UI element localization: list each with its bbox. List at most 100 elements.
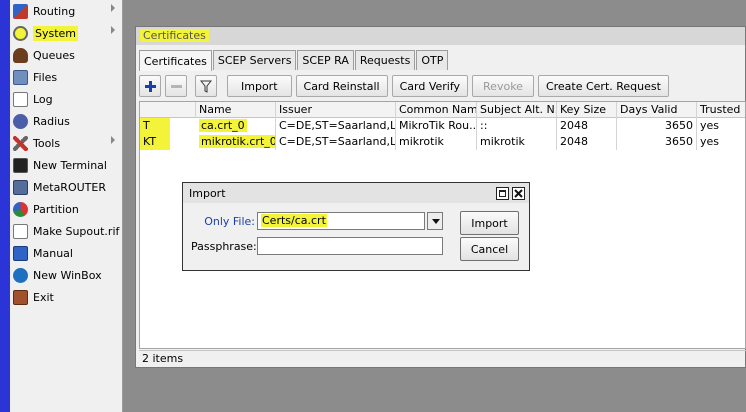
col-common-name[interactable]: Common Name	[396, 102, 477, 118]
col-days-valid[interactable]: Days Valid	[617, 102, 697, 118]
close-icon	[514, 189, 523, 198]
card-verify-button[interactable]: Card Verify	[391, 75, 469, 97]
menu-label: Files	[33, 70, 58, 84]
menu-label: New Terminal	[33, 158, 107, 172]
menu-label: Routing	[33, 4, 76, 18]
only-file-dropdown[interactable]	[427, 212, 443, 230]
col-subject-alt[interactable]: Subject Alt. N...	[477, 102, 557, 118]
exit-icon	[13, 289, 28, 305]
menu-item-exit[interactable]: Exit	[10, 286, 123, 308]
dialog-import-button[interactable]: Import	[460, 211, 519, 235]
cell-common-name: mikrotik	[396, 134, 477, 150]
create-cert-request-button[interactable]: Create Cert. Request	[537, 75, 669, 97]
tab-scep-servers[interactable]: SCEP Servers	[212, 50, 297, 70]
menu-label: New WinBox	[33, 268, 102, 282]
maximize-icon	[499, 190, 506, 197]
metarouter-icon	[13, 179, 28, 195]
status-bar: 2 items	[139, 350, 746, 367]
cell-name: ca.crt_0	[196, 118, 276, 134]
cell-issuer: C=DE,ST=Saarland,L...	[276, 118, 396, 134]
only-file-value: Certs/ca.crt	[261, 214, 327, 227]
menu-item-log[interactable]: Log	[10, 88, 123, 110]
import-button[interactable]: Import	[227, 75, 292, 97]
cell-days-valid: 3650	[617, 118, 697, 134]
cell-common-name: MikroTik Rou...	[396, 118, 477, 134]
cell-key-size: 2048	[557, 134, 617, 150]
table-row[interactable]: KT mikrotik.crt_0 C=DE,ST=Saarland,L... …	[140, 134, 745, 150]
add-button[interactable]	[139, 75, 161, 97]
radius-icon	[13, 113, 28, 129]
tab-otp[interactable]: OTP	[416, 50, 449, 70]
menu-item-radius[interactable]: Radius	[10, 110, 123, 132]
cell-trusted: yes	[700, 135, 720, 148]
col-flags[interactable]	[140, 102, 196, 118]
menu-label: Make Supout.rif	[33, 224, 120, 238]
menu-label: Radius	[33, 114, 70, 128]
col-trusted[interactable]: Trusted	[697, 102, 746, 118]
menu-label: Queues	[33, 48, 75, 62]
partition-icon	[13, 201, 28, 217]
maximize-button[interactable]	[496, 187, 509, 200]
menu-item-files[interactable]: Files	[10, 66, 123, 88]
tab-requests[interactable]: Requests	[354, 50, 416, 70]
queues-icon	[13, 47, 28, 63]
filter-icon	[200, 80, 212, 93]
cell-trusted: yes	[700, 119, 720, 132]
cell-issuer: C=DE,ST=Saarland,L...	[276, 134, 396, 150]
menu-label: System	[33, 25, 79, 41]
passphrase-label: Passphrase:	[191, 240, 257, 253]
menu-item-system[interactable]: System	[10, 22, 123, 44]
document-icon	[13, 223, 28, 239]
remove-button[interactable]	[165, 75, 187, 97]
window-titlebar[interactable]: Certificates	[136, 27, 745, 45]
log-icon	[13, 91, 28, 107]
table-row[interactable]: T ca.crt_0 C=DE,ST=Saarland,L... MikroTi…	[140, 118, 745, 134]
dialog-titlebar[interactable]: Import	[183, 183, 529, 203]
tools-icon	[13, 135, 28, 151]
revoke-button[interactable]: Revoke	[472, 75, 534, 97]
gear-icon	[13, 25, 28, 41]
menu-item-queues[interactable]: Queues	[10, 44, 123, 66]
table-header: Name Issuer Common Name Subject Alt. N..…	[140, 102, 745, 118]
menu-item-routing[interactable]: Routing	[10, 0, 123, 22]
col-issuer[interactable]: Issuer	[276, 102, 396, 118]
menu-label: Exit	[33, 290, 54, 304]
menu-label: Log	[33, 92, 53, 106]
dialog-cancel-button[interactable]: Cancel	[460, 237, 519, 261]
col-name[interactable]: Name	[196, 102, 276, 118]
card-reinstall-button[interactable]: Card Reinstall	[295, 75, 388, 97]
cell-subject-alt: mikrotik	[477, 134, 557, 150]
only-file-label: Only File:	[204, 215, 255, 228]
tab-scep-ra[interactable]: SCEP RA	[297, 50, 354, 70]
tab-bar: Certificates SCEP Servers SCEP RA Reques…	[139, 50, 449, 71]
close-button[interactable]	[512, 187, 525, 200]
terminal-icon	[13, 157, 28, 173]
filter-button[interactable]	[195, 75, 217, 97]
cell-name: mikrotik.crt_0	[196, 134, 276, 150]
minus-icon	[170, 84, 182, 88]
submenu-arrow-icon	[111, 26, 115, 34]
col-key-size[interactable]: Key Size	[557, 102, 617, 118]
menu-item-metarouter[interactable]: MetaROUTER	[10, 176, 123, 198]
cell-subject-alt: ::	[477, 118, 557, 134]
plus-icon	[144, 80, 156, 92]
dialog-title: Import	[189, 187, 226, 200]
menu-item-partition[interactable]: Partition	[10, 198, 123, 220]
import-label: Import	[241, 79, 278, 93]
menu-item-new-winbox[interactable]: New WinBox	[10, 264, 123, 286]
submenu-arrow-icon	[111, 136, 115, 144]
window-title: Certificates	[140, 29, 209, 42]
menu-item-tools[interactable]: Tools	[10, 132, 123, 154]
manual-icon	[13, 245, 28, 261]
menu-item-manual[interactable]: Manual	[10, 242, 123, 264]
menu-label: Partition	[33, 202, 79, 216]
only-file-field[interactable]: Certs/ca.crt	[257, 212, 425, 230]
cell-flags: T	[140, 118, 170, 134]
menu-item-make-supout[interactable]: Make Supout.rif	[10, 220, 123, 242]
menu-item-new-terminal[interactable]: New Terminal	[10, 154, 123, 176]
winbox-icon	[13, 267, 28, 283]
routing-icon	[13, 3, 28, 19]
passphrase-field[interactable]	[257, 237, 443, 255]
tab-certificates[interactable]: Certificates	[139, 50, 212, 71]
cell-flags: KT	[140, 134, 170, 150]
